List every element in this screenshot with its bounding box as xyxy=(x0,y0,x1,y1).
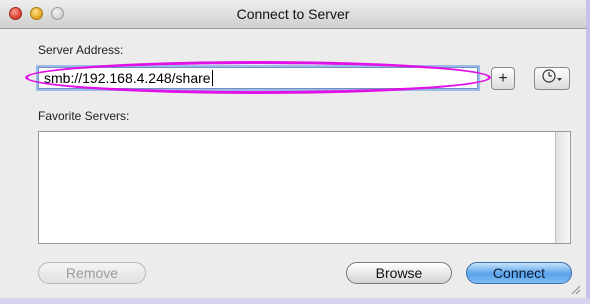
resize-grip-icon[interactable] xyxy=(570,284,580,294)
window-title: Connect to Server xyxy=(236,6,350,22)
browse-label: Browse xyxy=(375,265,423,281)
server-address-label: Server Address: xyxy=(38,43,124,57)
add-favorite-button[interactable]: + xyxy=(491,67,515,90)
remove-button[interactable]: Remove xyxy=(38,262,146,284)
favorite-servers-label: Favorite Servers: xyxy=(38,109,130,123)
server-address-value: smb://192.168.4.248/share xyxy=(44,70,211,86)
remove-label: Remove xyxy=(65,265,119,281)
browse-button[interactable]: Browse xyxy=(346,262,452,284)
connect-button[interactable]: Connect xyxy=(466,262,572,284)
title-bar[interactable]: Connect to Server xyxy=(0,0,586,29)
connect-label: Connect xyxy=(492,265,546,281)
server-address-input[interactable]: smb://192.168.4.248/share xyxy=(38,67,478,89)
clock-icon xyxy=(540,68,564,89)
recent-servers-button[interactable] xyxy=(534,67,570,90)
connect-to-server-window: Connect to Server Server Address: smb://… xyxy=(0,0,590,298)
list-scrollbar[interactable] xyxy=(555,132,570,243)
text-cursor xyxy=(211,70,213,86)
favorite-servers-list[interactable] xyxy=(38,131,571,244)
add-label: + xyxy=(498,69,508,87)
